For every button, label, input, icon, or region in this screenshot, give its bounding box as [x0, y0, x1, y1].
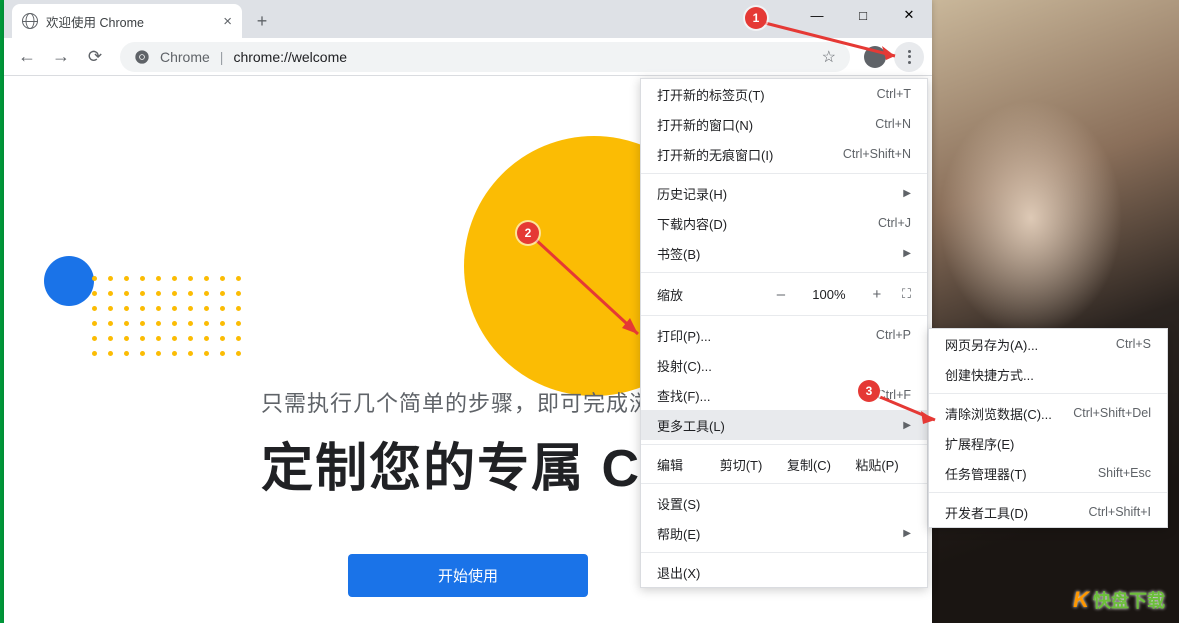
omnibox-separator: | [220, 49, 224, 65]
more-menu-button[interactable] [894, 42, 924, 72]
menu-separator [929, 492, 1167, 493]
omnibox-url: chrome://welcome [233, 49, 347, 65]
forward-button[interactable]: → [46, 42, 76, 72]
maximize-button[interactable]: □ [840, 0, 886, 30]
menu-exit[interactable]: 退出(X) [641, 557, 927, 587]
window-close-button[interactable]: ✕ [886, 0, 932, 30]
kebab-icon [908, 50, 911, 64]
browser-tab[interactable]: 欢迎使用 Chrome × [12, 4, 242, 38]
bookmark-star-icon[interactable]: ☆ [822, 47, 836, 67]
background-photo [932, 0, 1179, 623]
menu-separator [641, 272, 927, 273]
toolbar: ← → ⟳ Chrome | chrome://welcome ☆ [4, 38, 932, 76]
menu-cast[interactable]: 投射(C)... [641, 350, 927, 380]
submenu-extensions[interactable]: 扩展程序(E) [929, 428, 1167, 458]
edit-paste[interactable]: 粘贴(P) [843, 455, 911, 474]
menu-separator [641, 173, 927, 174]
start-button[interactable]: 开始使用 [348, 554, 588, 597]
menu-help[interactable]: 帮助(E)▶ [641, 518, 927, 548]
zoom-out-button[interactable]: – [770, 286, 792, 303]
edit-cut[interactable]: 剪切(T) [707, 455, 775, 474]
edit-copy[interactable]: 复制(C) [775, 455, 843, 474]
submenu-task-manager[interactable]: 任务管理器(T)Shift+Esc [929, 458, 1167, 488]
omnibox-product: Chrome [160, 49, 210, 65]
watermark: K 快盘下载 [1073, 587, 1165, 613]
back-button[interactable]: ← [12, 42, 42, 72]
callout-3: 3 [858, 380, 880, 402]
zoom-label: 缩放 [657, 285, 683, 304]
avatar-icon [864, 46, 886, 68]
minimize-button[interactable]: — [794, 0, 840, 30]
menu-separator [641, 315, 927, 316]
menu-new-tab[interactable]: 打开新的标签页(T)Ctrl+T [641, 79, 927, 109]
menu-edit-row: 编辑 剪切(T) 复制(C) 粘贴(P) [641, 449, 927, 479]
tab-title: 欢迎使用 Chrome [46, 12, 144, 31]
submenu-clear-data[interactable]: 清除浏览数据(C)...Ctrl+Shift+Del [929, 398, 1167, 428]
edit-label: 编辑 [657, 455, 707, 474]
submenu-create-shortcut[interactable]: 创建快捷方式... [929, 359, 1167, 389]
watermark-text: 快盘下载 [1093, 591, 1165, 611]
menu-separator [929, 393, 1167, 394]
menu-more-tools[interactable]: 更多工具(L)▶ [641, 410, 927, 440]
chrome-icon [134, 49, 150, 65]
omnibox[interactable]: Chrome | chrome://welcome ☆ [120, 42, 850, 72]
menu-zoom: 缩放 – 100% + ⛶ [641, 277, 927, 311]
main-menu: 打开新的标签页(T)Ctrl+T 打开新的窗口(N)Ctrl+N 打开新的无痕窗… [640, 78, 928, 588]
more-tools-submenu: 网页另存为(A)...Ctrl+S 创建快捷方式... 清除浏览数据(C)...… [928, 328, 1168, 528]
zoom-percent: 100% [806, 287, 852, 302]
menu-bookmarks[interactable]: 书签(B)▶ [641, 238, 927, 268]
submenu-dev-tools[interactable]: 开发者工具(D)Ctrl+Shift+I [929, 497, 1167, 527]
fullscreen-icon[interactable]: ⛶ [902, 286, 911, 302]
window-controls: — □ ✕ [794, 0, 932, 30]
menu-separator [641, 483, 927, 484]
callout-2: 2 [517, 222, 539, 244]
globe-icon [22, 13, 38, 29]
titlebar: 欢迎使用 Chrome × + — □ ✕ [4, 0, 932, 38]
menu-new-window[interactable]: 打开新的窗口(N)Ctrl+N [641, 109, 927, 139]
reload-button[interactable]: ⟳ [80, 42, 110, 72]
menu-downloads[interactable]: 下载内容(D)Ctrl+J [641, 208, 927, 238]
menu-new-incognito[interactable]: 打开新的无痕窗口(I)Ctrl+Shift+N [641, 139, 927, 169]
profile-button[interactable] [860, 42, 890, 72]
menu-print[interactable]: 打印(P)...Ctrl+P [641, 320, 927, 350]
new-tab-button[interactable]: + [248, 7, 276, 35]
menu-find[interactable]: 查找(F)...Ctrl+F [641, 380, 927, 410]
menu-separator [641, 552, 927, 553]
tab-close-icon[interactable]: × [223, 14, 232, 29]
menu-settings[interactable]: 设置(S) [641, 488, 927, 518]
menu-history[interactable]: 历史记录(H)▶ [641, 178, 927, 208]
callout-1: 1 [745, 7, 767, 29]
decor-blue-dot [44, 256, 94, 306]
decor-dots-grid [92, 276, 242, 356]
menu-separator [641, 444, 927, 445]
zoom-in-button[interactable]: + [866, 286, 888, 303]
submenu-save-page[interactable]: 网页另存为(A)...Ctrl+S [929, 329, 1167, 359]
